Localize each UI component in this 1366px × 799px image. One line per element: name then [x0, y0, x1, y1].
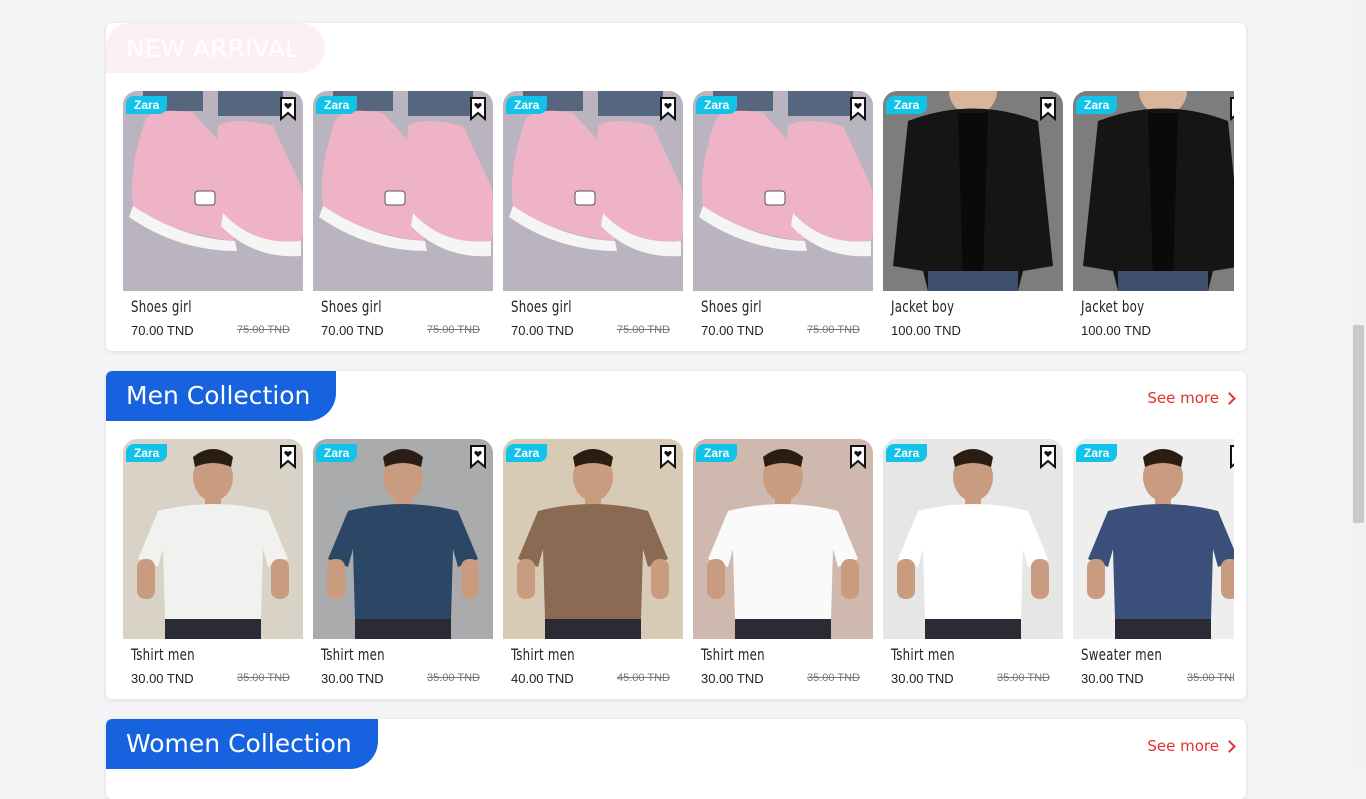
product-image[interactable] — [313, 439, 493, 639]
chevron-right-icon — [1223, 392, 1236, 405]
product-name[interactable]: Tshirt men — [891, 645, 955, 664]
product-price: 30.00 TND — [321, 671, 384, 686]
product-price: 30.00 TND — [1081, 671, 1144, 686]
product-card[interactable]: Zara Shoes girl 70.00 TND 75.00 TND — [313, 91, 493, 351]
product-card[interactable]: Zara Jacket boy 100.00 TND — [883, 91, 1063, 351]
bookmark-icon[interactable] — [659, 445, 677, 470]
product-old-price: 45.00 TND — [617, 672, 670, 684]
product-name[interactable]: Sweater men — [1081, 645, 1162, 664]
product-name[interactable]: Jacket boy — [1081, 297, 1144, 316]
brand-badge: Zara — [126, 96, 168, 114]
chevron-right-icon — [1223, 740, 1236, 753]
product-name[interactable]: Tshirt men — [701, 645, 765, 664]
section-title: Women Collection — [106, 719, 378, 769]
product-name[interactable]: Tshirt men — [511, 645, 575, 664]
bookmark-icon[interactable] — [469, 445, 487, 470]
brand-badge: Zara — [316, 96, 358, 114]
product-old-price: 75.00 TND — [427, 324, 480, 336]
bookmark-icon[interactable] — [1039, 445, 1057, 470]
bookmark-icon[interactable] — [849, 445, 867, 470]
product-card[interactable]: Zara Shoes girl 70.00 TND 75.00 TND — [123, 91, 303, 351]
product-card[interactable]: Zara Tshirt men 30.00 TND 35.00 TND — [693, 439, 873, 699]
product-image[interactable] — [313, 91, 493, 291]
brand-badge: Zara — [506, 444, 548, 462]
women-collection-section: Women Collection See more — [106, 719, 1246, 799]
product-card[interactable]: Zara Jacket boy 100.00 TND — [1073, 91, 1234, 351]
product-card[interactable]: Zara Tshirt men 30.00 TND 35.00 TND — [313, 439, 493, 699]
product-image[interactable] — [1073, 91, 1234, 291]
brand-badge: Zara — [886, 444, 928, 462]
product-image[interactable] — [693, 439, 873, 639]
product-image[interactable] — [883, 91, 1063, 291]
brand-badge: Zara — [696, 444, 738, 462]
product-card[interactable]: Zara Shoes girl 70.00 TND 75.00 TND — [693, 91, 873, 351]
product-price: 70.00 TND — [321, 323, 384, 338]
bookmark-icon[interactable] — [1229, 445, 1234, 470]
product-card[interactable]: Zara Tshirt men 40.00 TND 45.00 TND — [503, 439, 683, 699]
product-name[interactable]: Shoes girl — [131, 297, 192, 316]
product-old-price: 75.00 TND — [807, 324, 860, 336]
product-card[interactable]: Zara Shoes girl 70.00 TND 75.00 TND — [503, 91, 683, 351]
see-more-label: See more — [1147, 737, 1219, 755]
product-price: 30.00 TND — [891, 671, 954, 686]
bookmark-icon[interactable] — [1229, 97, 1234, 122]
bookmark-icon[interactable] — [279, 445, 297, 470]
product-name[interactable]: Shoes girl — [321, 297, 382, 316]
bookmark-icon[interactable] — [849, 97, 867, 122]
product-price: 70.00 TND — [131, 323, 194, 338]
scrollbar-thumb[interactable] — [1353, 325, 1364, 523]
bookmark-icon[interactable] — [659, 97, 677, 122]
product-image[interactable] — [503, 91, 683, 291]
product-old-price: 35.00 TND — [237, 672, 290, 684]
bookmark-icon[interactable] — [469, 97, 487, 122]
product-price: 30.00 TND — [701, 671, 764, 686]
brand-badge: Zara — [316, 444, 358, 462]
section-title: NEW ARRIVAL — [106, 23, 325, 73]
product-price: 100.00 TND — [891, 323, 961, 338]
product-image[interactable] — [693, 91, 873, 291]
product-name[interactable]: Tshirt men — [131, 645, 195, 664]
product-price: 100.00 TND — [1081, 323, 1151, 338]
see-more-link[interactable]: See more — [1147, 737, 1236, 755]
men-collection-section: Men Collection See more Zara Tshirt men 30… — [106, 371, 1246, 699]
brand-badge: Zara — [1076, 96, 1118, 114]
product-row: Zara Shoes girl 70.00 TND 75.00 TND Zara Shoe… — [123, 91, 1234, 351]
product-price: 40.00 TND — [511, 671, 574, 686]
bookmark-icon[interactable] — [279, 97, 297, 122]
product-card[interactable]: Zara Sweater men 30.00 TND 35.00 TND — [1073, 439, 1234, 699]
product-old-price: 75.00 TND — [237, 324, 290, 336]
product-old-price: 35.00 TND — [807, 672, 860, 684]
brand-badge: Zara — [506, 96, 548, 114]
brand-badge: Zara — [696, 96, 738, 114]
product-image[interactable] — [883, 439, 1063, 639]
brand-badge: Zara — [126, 444, 168, 462]
see-more-label: See more — [1147, 389, 1219, 407]
section-title: Men Collection — [106, 371, 337, 421]
product-card[interactable]: Zara Tshirt men 30.00 TND 35.00 TND — [883, 439, 1063, 699]
product-price: 70.00 TND — [511, 323, 574, 338]
new-arrival-section: NEW ARRIVAL Zara Shoes girl 70.00 TND 75.00… — [106, 23, 1246, 351]
bookmark-icon[interactable] — [1039, 97, 1057, 122]
product-row: Zara Tshirt men 30.00 TND 35.00 TND Zara Tshi… — [123, 439, 1234, 699]
product-image[interactable] — [123, 91, 303, 291]
product-price: 70.00 TND — [701, 323, 764, 338]
product-name[interactable]: Jacket boy — [891, 297, 954, 316]
product-old-price: 75.00 TND — [617, 324, 670, 336]
product-price: 30.00 TND — [131, 671, 194, 686]
page-scrollbar[interactable] — [1351, 0, 1366, 768]
brand-badge: Zara — [1076, 444, 1118, 462]
product-old-price: 35.00 TND — [997, 672, 1050, 684]
product-name[interactable]: Shoes girl — [701, 297, 762, 316]
product-image[interactable] — [503, 439, 683, 639]
product-old-price: 35.00 TND — [427, 672, 480, 684]
brand-badge: Zara — [886, 96, 928, 114]
product-card[interactable]: Zara Tshirt men 30.00 TND 35.00 TND — [123, 439, 303, 699]
see-more-link[interactable]: See more — [1147, 389, 1236, 407]
product-name[interactable]: Tshirt men — [321, 645, 385, 664]
product-image[interactable] — [1073, 439, 1234, 639]
product-image[interactable] — [123, 439, 303, 639]
product-old-price: 35.00 TND — [1187, 672, 1234, 684]
product-name[interactable]: Shoes girl — [511, 297, 572, 316]
